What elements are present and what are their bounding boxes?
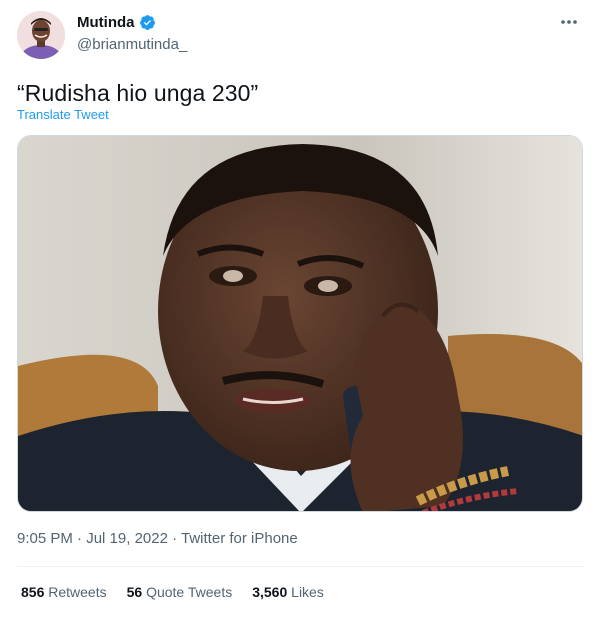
retweets-count: 856 — [21, 584, 45, 600]
quote-tweets-stat[interactable]: 56 Quote Tweets — [127, 584, 233, 600]
tweet-timestamp: 9:05 PM · Jul 19, 2022 · Twitter for iPh… — [17, 530, 298, 547]
tweet-date[interactable]: Jul 19, 2022 — [86, 530, 168, 547]
retweets-label: Retweets — [48, 584, 107, 600]
quote-tweets-label: Quote Tweets — [146, 584, 233, 600]
likes-count: 3,560 — [252, 584, 288, 600]
likes-label: Likes — [291, 584, 324, 600]
tweet-source[interactable]: Twitter for iPhone — [181, 530, 298, 547]
retweets-stat[interactable]: 856 Retweets — [21, 584, 107, 600]
more-dots-icon[interactable] — [557, 12, 581, 32]
author-name[interactable]: Mutinda — [77, 14, 135, 31]
quote-tweets-count: 56 — [126, 584, 143, 600]
translate-tweet-link[interactable]: Translate Tweet — [17, 107, 109, 122]
avatar[interactable] — [17, 11, 65, 59]
tweet-time[interactable]: 9:05 PM — [17, 530, 73, 547]
verified-badge-icon — [139, 14, 156, 31]
likes-stat[interactable]: 3,560 Likes — [252, 584, 324, 600]
tweet-text: “Rudisha hio unga 230” — [17, 80, 259, 106]
meta-separator: · — [72, 530, 87, 547]
author-handle[interactable]: @brianmutinda_ — [77, 36, 187, 53]
photo-image — [18, 136, 582, 511]
avatar-image — [17, 11, 65, 59]
divider — [17, 566, 584, 567]
author-name-row: Mutinda — [77, 14, 156, 31]
meta-separator: · — [167, 530, 182, 547]
tweet-stats: 856 Retweets 56 Quote Tweets 3,560 Likes — [21, 584, 324, 600]
tweet-card: Mutinda @brianmutinda_ “Rudisha hio unga… — [0, 0, 601, 617]
tweet-photo[interactable] — [17, 135, 583, 512]
